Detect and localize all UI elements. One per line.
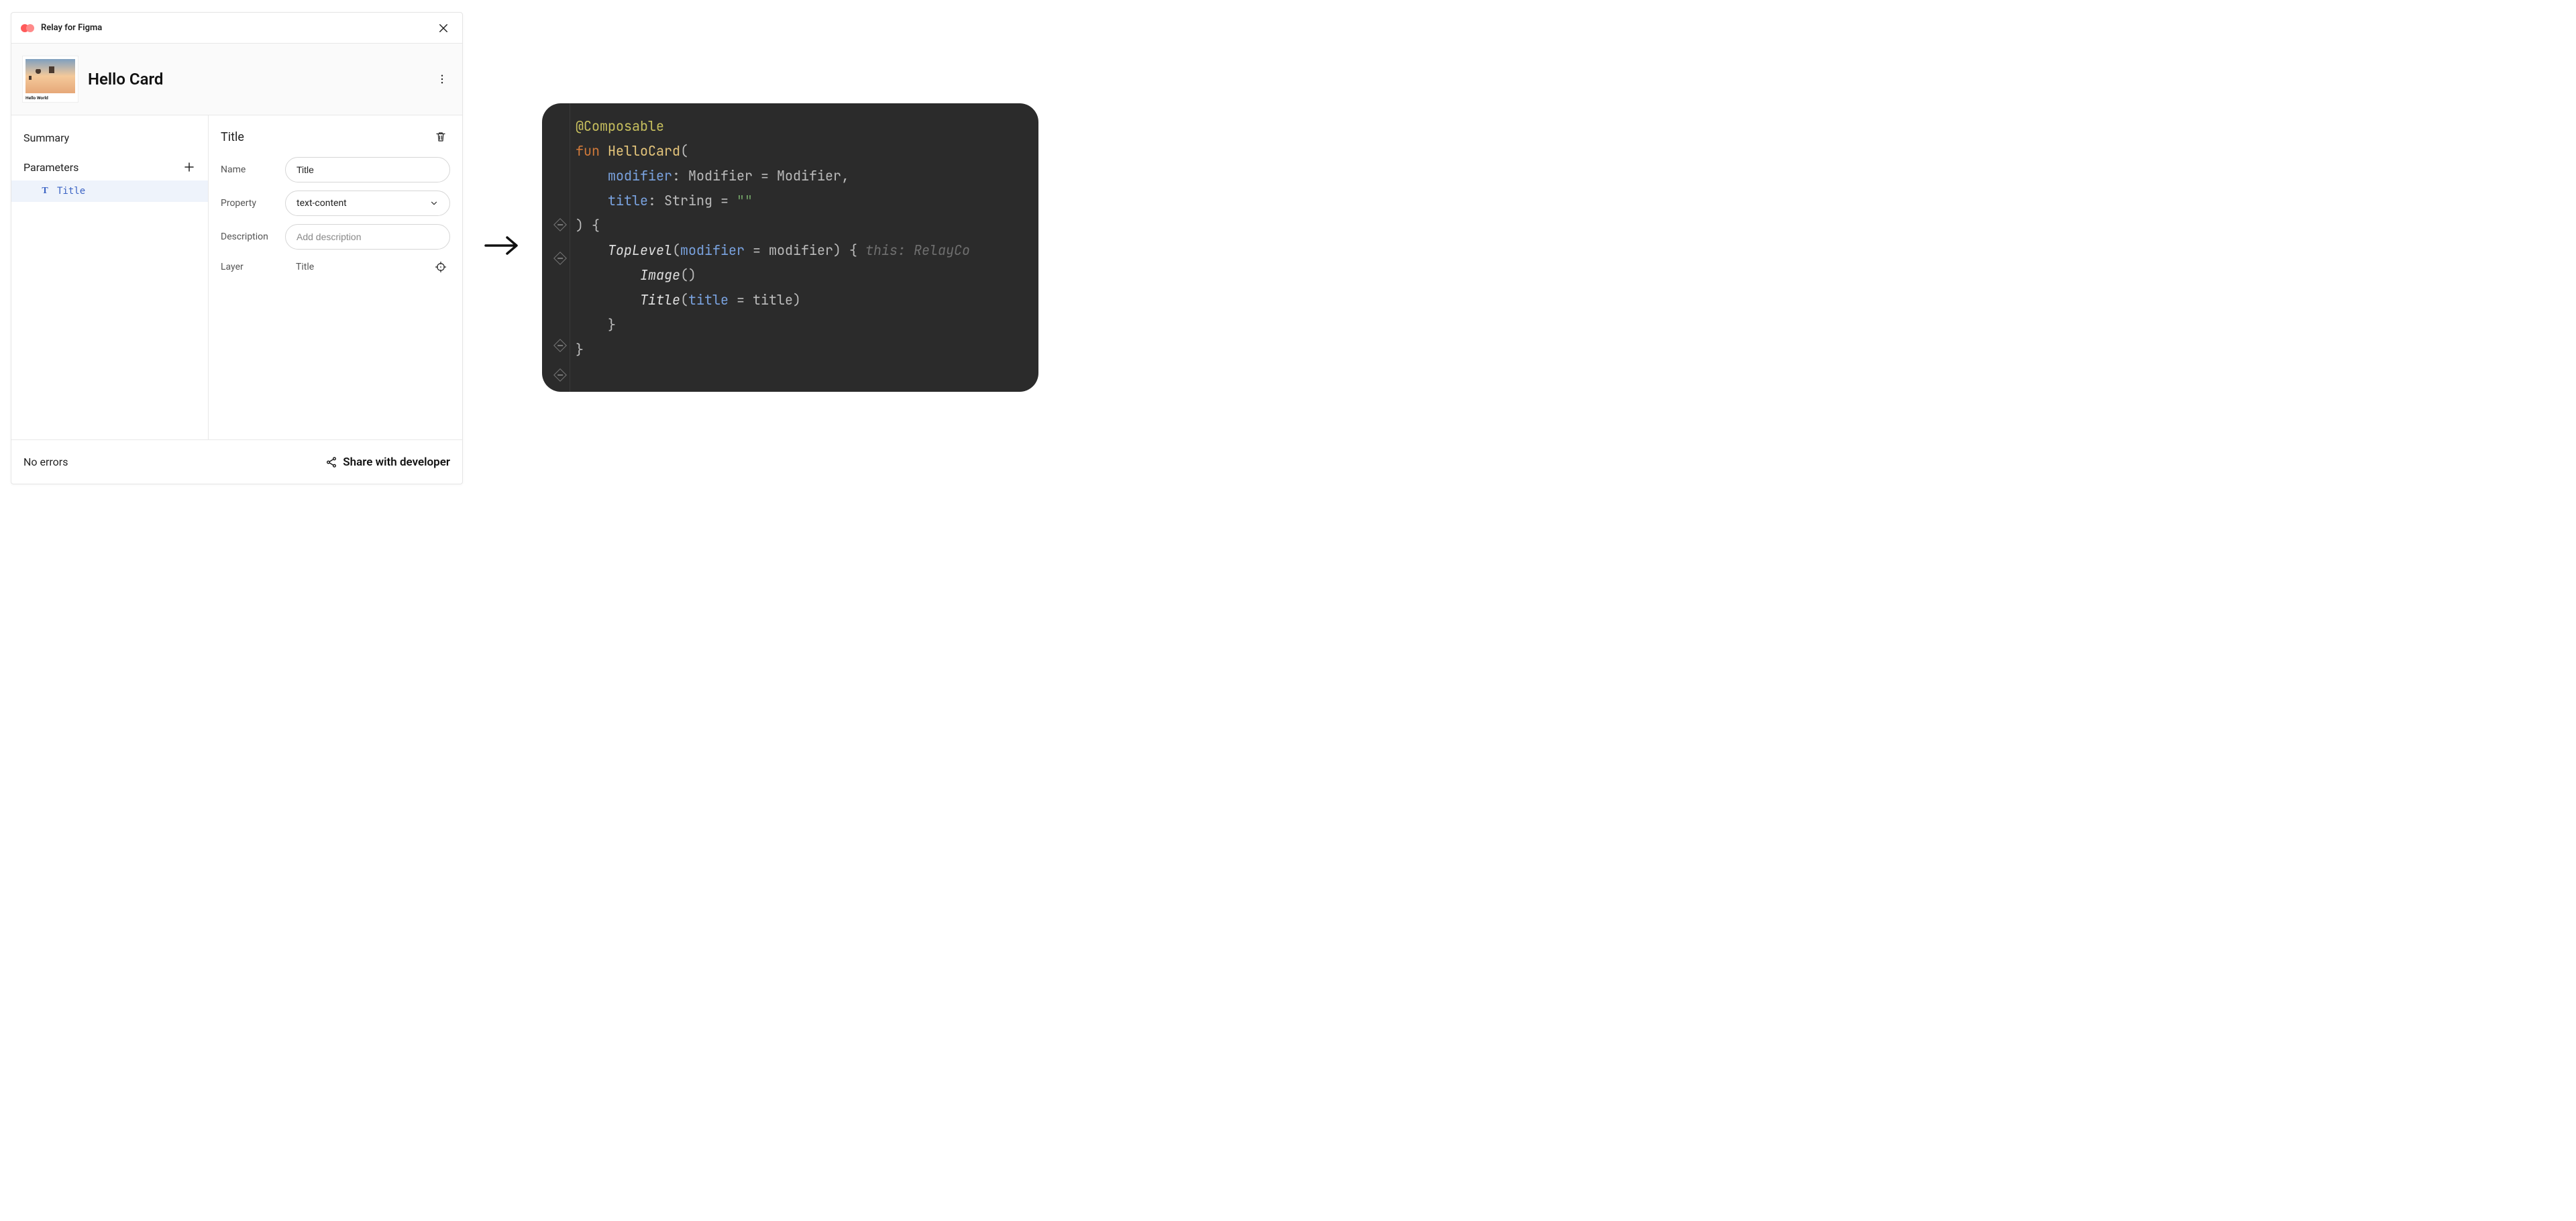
summary-heading[interactable]: Summary [11, 127, 208, 154]
fold-marker-icon[interactable] [553, 368, 567, 382]
delete-parameter-button[interactable] [431, 127, 450, 146]
fold-marker-icon[interactable] [553, 339, 567, 352]
name-label: Name [221, 164, 285, 175]
add-parameter-button[interactable] [180, 158, 199, 176]
relay-logo-icon [21, 23, 36, 33]
sidebar: Summary Parameters T Title [11, 115, 209, 439]
text-parameter-icon: T [40, 186, 50, 197]
locate-layer-button[interactable] [431, 258, 450, 276]
more-vertical-icon [436, 73, 448, 85]
code-annotation: @Composable [576, 117, 664, 135]
thumbnail-image [25, 59, 75, 93]
name-row: Name [221, 157, 450, 182]
detail-header: Title [221, 127, 450, 146]
fold-marker-icon[interactable] [553, 252, 567, 265]
plugin-title: Relay for Figma [41, 23, 102, 33]
arrow-icon [483, 232, 521, 259]
property-label: Property [221, 198, 285, 209]
name-input[interactable] [285, 157, 450, 182]
code-gutter [542, 103, 570, 392]
property-row: Property text-content [221, 191, 450, 216]
chevron-down-icon [429, 199, 439, 208]
share-with-developer-button[interactable]: Share with developer [325, 456, 450, 469]
detail-title: Title [221, 130, 431, 144]
close-icon [437, 22, 449, 34]
component-thumbnail: Hello World [22, 56, 78, 103]
detail-pane: Title Name Property text-content [209, 115, 462, 439]
thumbnail-caption: Hello World [25, 93, 75, 101]
description-label: Description [221, 231, 285, 242]
trash-icon [435, 131, 447, 143]
code-content: @Composable fun HelloCard( modifier: Mod… [576, 114, 1038, 362]
panel-body: Summary Parameters T Title Title [11, 115, 462, 439]
error-status: No errors [23, 456, 325, 468]
code-output-panel: @Composable fun HelloCard( modifier: Mod… [542, 103, 1038, 392]
titlebar: Relay for Figma [11, 13, 462, 44]
share-label: Share with developer [343, 456, 450, 469]
relay-plugin-panel: Relay for Figma Hello World Hello Card S… [11, 12, 463, 484]
layer-label: Layer [221, 262, 285, 272]
description-row: Description [221, 224, 450, 250]
more-menu-button[interactable] [433, 70, 451, 89]
parameter-item-label: Title [57, 186, 85, 197]
close-button[interactable] [434, 19, 453, 38]
layer-value: Title [285, 262, 431, 272]
panel-footer: No errors Share with developer [11, 439, 462, 484]
layer-row: Layer Title [221, 258, 450, 276]
component-header: Hello World Hello Card [11, 44, 462, 115]
parameter-item-title[interactable]: T Title [11, 180, 208, 202]
share-icon [325, 456, 337, 468]
fold-marker-icon[interactable] [553, 218, 567, 231]
plus-icon [183, 161, 195, 173]
component-name: Hello Card [88, 70, 423, 89]
property-value: text-content [297, 198, 347, 209]
description-input[interactable] [285, 224, 450, 250]
property-select[interactable]: text-content [285, 191, 450, 216]
parameters-heading: Parameters [23, 161, 78, 174]
parameters-heading-row: Parameters [11, 154, 208, 180]
crosshair-icon [435, 261, 447, 273]
